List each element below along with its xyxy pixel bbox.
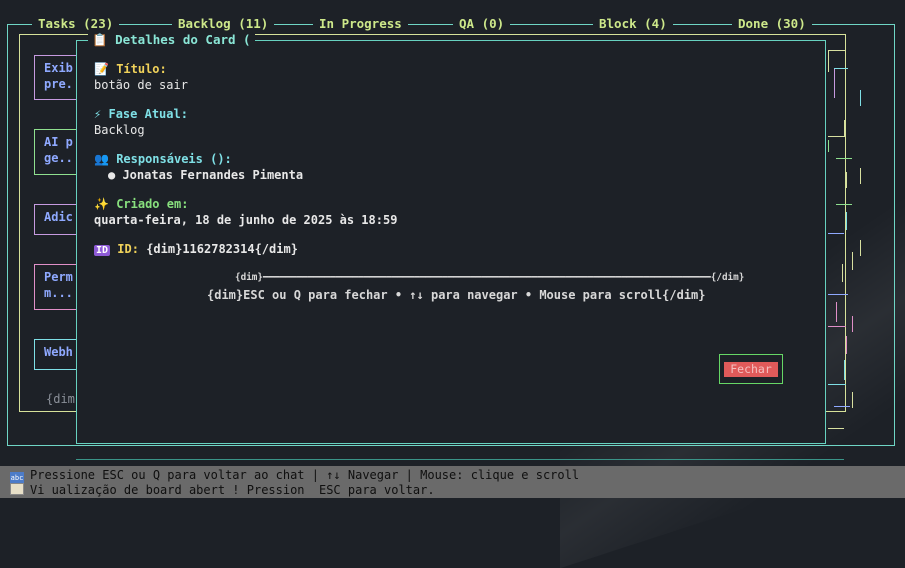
tab-in-progress[interactable]: In Progress: [313, 16, 408, 31]
lightning-icon: ⚡: [94, 107, 102, 121]
titulo-label-row: 📝 Título:: [94, 62, 167, 76]
titulo-value: botão de sair: [94, 78, 188, 92]
fase-value: Backlog: [94, 123, 145, 137]
bottom-rule: [76, 459, 844, 460]
people-icon: 👥: [94, 152, 109, 166]
criado-label-row: ✨ Criado em:: [94, 197, 188, 211]
memo-icon: 📝: [94, 62, 109, 76]
status-bar: abc Pressione ESC ou Q para voltar ao cha…: [0, 466, 905, 498]
id-icon: ID: [94, 245, 111, 256]
fase-label: Fase Atual:: [108, 107, 188, 121]
criado-value: quarta-feira, 18 de junho de 2025 às 18:…: [94, 213, 398, 227]
sparkles-icon: ✨: [94, 197, 109, 211]
keyboard-hint: {dim}ESC ou Q para fechar • ↑↓ para nave…: [207, 288, 706, 302]
tab-block[interactable]: Block (4): [593, 16, 673, 31]
id-row: ID ID: {dim}1162782314{/dim}: [94, 242, 298, 256]
fase-label-row: ⚡ Fase Atual:: [94, 107, 188, 121]
modal-title-wrap: 📋 Detalhes do Card (: [88, 32, 255, 48]
responsible-item: ● Jonatas Fernandes Pimenta: [108, 168, 304, 182]
id-label: ID:: [117, 242, 139, 256]
tab-done[interactable]: Done (30): [732, 16, 812, 31]
tab-tasks[interactable]: Tasks (23): [32, 16, 120, 31]
titulo-label: Título:: [116, 62, 167, 76]
notepad-icon: [10, 483, 24, 495]
criado-label: Criado em:: [116, 197, 189, 211]
modal-title: Detalhes do Card (: [115, 32, 251, 47]
resp-label: Responsáveis ():: [116, 152, 232, 166]
status-text-1: Pressione ESC ou Q para voltar ao chat |…: [30, 468, 580, 482]
tab-backlog[interactable]: Backlog (11): [172, 16, 275, 31]
status-line-1: abc Pressione ESC ou Q para voltar ao cha…: [10, 468, 579, 484]
clipboard-icon: 📋: [92, 32, 108, 47]
divider: {dim}━━━━━━━━━━━━━━━━━━━━━━━━━━━━━━━━━━━…: [235, 272, 745, 283]
status-line-2: Vi ualização de board abert ! Pression E…: [10, 483, 435, 497]
resp-label-row: 👥 Responsáveis ():: [94, 152, 232, 166]
status-text-2: Vi ualização de board abert ! Pression E…: [30, 483, 435, 497]
close-button-frame: Fechar: [719, 354, 783, 384]
close-button[interactable]: Fechar: [724, 362, 778, 377]
right-column-edges: [826, 40, 866, 440]
id-value: {dim}1162782314{/dim}: [146, 242, 298, 256]
tab-qa[interactable]: QA (0): [453, 16, 511, 31]
dim-placeholder: {dim: [46, 392, 75, 406]
